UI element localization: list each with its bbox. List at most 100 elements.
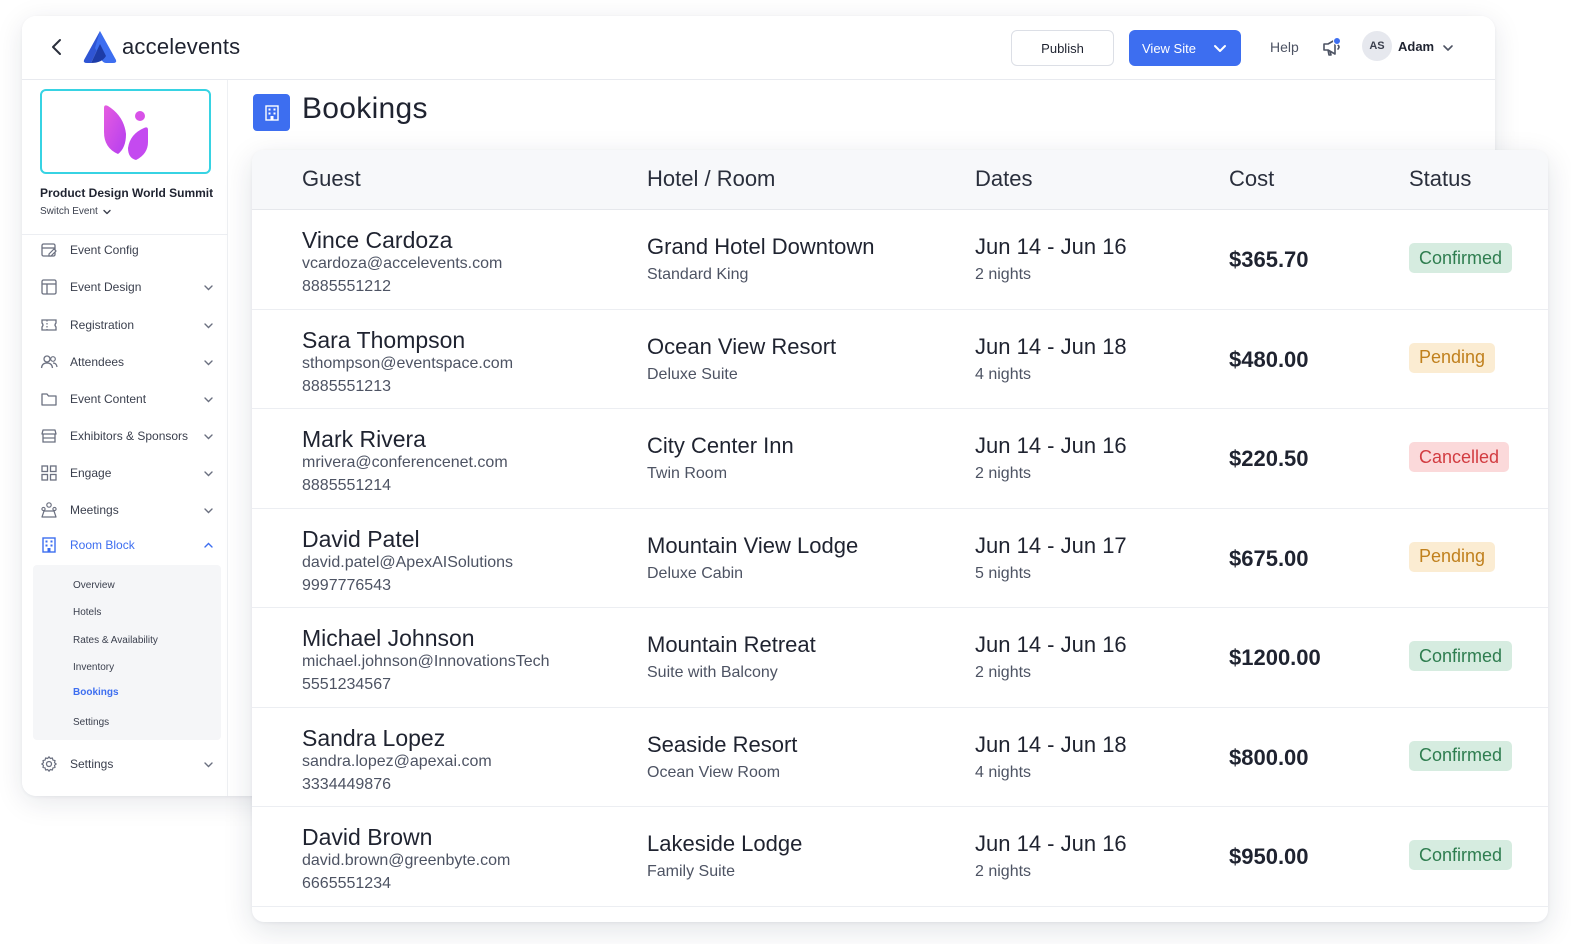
folder-icon [41, 393, 57, 406]
switch-event-dropdown[interactable]: Switch Event [40, 206, 112, 217]
chevron-down-icon [204, 508, 213, 514]
room-type: Standard King [647, 266, 749, 283]
chevron-down-icon[interactable] [1442, 42, 1454, 54]
hotel-name: City Center Inn [647, 433, 794, 458]
chevron-down-icon[interactable] [1213, 41, 1227, 55]
booking-dates: Jun 14 - Jun 16 [975, 234, 1127, 259]
guest-phone: 6665551234 [302, 875, 391, 892]
sidebar-item-event-design[interactable]: Event Design [22, 272, 228, 302]
booking-cost: $480.00 [1229, 346, 1309, 372]
event-name: Product Design World Summit [40, 186, 214, 200]
avatar[interactable]: AS [1362, 31, 1392, 61]
switch-event-label: Switch Event [40, 206, 98, 217]
table-row[interactable]: Sara Thompson sthompson@eventspace.com 8… [252, 310, 1548, 409]
sidebar-item-label: Settings [70, 757, 114, 771]
guest-name: Michael Johnson [302, 625, 475, 651]
accelevents-logo-icon [83, 31, 117, 63]
submenu-item-bookings[interactable]: Bookings [73, 687, 119, 698]
hotel-name: Ocean View Resort [647, 333, 837, 359]
table-row[interactable]: Mark Rivera mrivera@conferencenet.com 88… [252, 409, 1548, 509]
submenu-item-rates-availability[interactable]: Rates & Availability [73, 635, 158, 646]
brand-logo[interactable]: accelevents [82, 30, 240, 64]
column-header-dates[interactable]: Dates [975, 166, 1032, 192]
hotel-name: Seaside Resort [647, 731, 798, 757]
chevron-down-icon [204, 762, 213, 768]
guest-phone: 9997776543 [302, 576, 391, 594]
nights-count: 2 nights [975, 664, 1032, 681]
guest-name: Sara Thompson [302, 326, 466, 353]
guest-email: sthompson@eventspace.com [302, 354, 514, 372]
booking-dates: Jun 14 - Jun 16 [975, 433, 1127, 458]
column-header-guest[interactable]: Guest [302, 166, 361, 192]
sidebar-item-exhibitors-sponsors[interactable]: Exhibitors & Sponsors [22, 421, 228, 451]
submenu-item-inventory[interactable]: Inventory [73, 662, 114, 673]
guest-name: Vince Cardoza [302, 227, 453, 253]
sidebar-item-event-config[interactable]: Event Config [22, 235, 228, 265]
sidebar-item-label: Meetings [70, 503, 119, 517]
brand-name: accelevents [122, 34, 241, 59]
submenu-item-settings[interactable]: Settings [73, 717, 109, 728]
sidebar-item-meetings[interactable]: Meetings [22, 495, 228, 525]
sidebar-item-registration[interactable]: Registration [22, 310, 228, 340]
page-title: Bookings [302, 92, 428, 125]
guest-name: David Brown [302, 824, 433, 850]
user-name[interactable]: Adam [1398, 39, 1434, 54]
calendar-edit-icon [41, 243, 57, 257]
notification-dot [1333, 37, 1341, 45]
sidebar-item-event-content[interactable]: Event Content [22, 384, 228, 414]
status-badge: Confirmed [1409, 740, 1513, 771]
column-header-hotel-room[interactable]: Hotel / Room [647, 166, 775, 192]
booking-dates: Jun 14 - Jun 18 [975, 333, 1127, 359]
guest-email: david.brown@greenbyte.com [302, 852, 511, 869]
hotel-name: Mountain Retreat [647, 632, 816, 657]
booking-dates: Jun 14 - Jun 18 [975, 731, 1127, 757]
booking-cost: $220.50 [1229, 446, 1309, 471]
sidebar-item-room-block[interactable]: Room Block [22, 530, 228, 560]
nights-count: 2 nights [975, 465, 1032, 482]
hotel-name: Mountain View Lodge [647, 532, 859, 558]
room-type: Ocean View Room [647, 763, 781, 781]
sidebar-item-label: Room Block [70, 538, 135, 552]
sidebar-item-attendees[interactable]: Attendees [22, 347, 228, 377]
sidebar-item-engage[interactable]: Engage [22, 458, 228, 488]
nights-count: 4 nights [975, 365, 1032, 383]
table-row[interactable]: David Patel david.patel@ApexAISolutions … [252, 509, 1548, 608]
status-badge: Confirmed [1409, 243, 1513, 273]
chevron-down-icon [204, 434, 213, 440]
nights-count: 5 nights [975, 564, 1032, 582]
guest-email: vcardoza@accelevents.com [302, 255, 503, 272]
room-block-submenu: Overview Hotels Rates & Availability Inv… [33, 565, 221, 740]
room-type: Deluxe Suite [647, 365, 738, 383]
guest-phone: 3334449876 [302, 775, 391, 793]
booking-cost: $1200.00 [1229, 645, 1321, 670]
ticket-icon [41, 319, 57, 331]
room-type: Deluxe Cabin [647, 564, 744, 582]
page-icon [253, 94, 290, 131]
layout-icon [41, 279, 57, 295]
column-header-status[interactable]: Status [1409, 166, 1471, 192]
guest-name: David Patel [302, 525, 420, 552]
hotel-name: Lakeside Lodge [647, 831, 803, 856]
guest-name: Sandra Lopez [302, 724, 446, 751]
view-site-button[interactable]: View Site [1129, 30, 1241, 66]
help-link[interactable]: Help [1270, 39, 1299, 55]
publish-button[interactable]: Publish [1011, 30, 1114, 66]
column-header-cost[interactable]: Cost [1229, 166, 1274, 192]
table-row[interactable]: David Brown david.brown@greenbyte.com 66… [252, 807, 1548, 907]
building-icon [264, 104, 279, 121]
table-row[interactable]: Michael Johnson michael.johnson@Innovati… [252, 608, 1548, 708]
status-badge: Confirmed [1409, 840, 1513, 870]
grid-icon [41, 465, 57, 481]
chevron-down-icon [204, 323, 213, 329]
status-badge: Pending [1409, 342, 1496, 373]
table-row[interactable]: Vince Cardoza vcardoza@accelevents.com 8… [252, 210, 1548, 310]
room-type: Twin Room [647, 465, 728, 482]
guest-email: mrivera@conferencenet.com [302, 454, 508, 471]
sidebar-item-settings[interactable]: Settings [22, 749, 228, 779]
submenu-item-hotels[interactable]: Hotels [73, 607, 101, 618]
back-arrow-icon[interactable] [46, 36, 68, 58]
status-badge: Pending [1409, 541, 1496, 572]
submenu-item-overview[interactable]: Overview [73, 580, 115, 591]
event-logo-card[interactable] [40, 89, 211, 174]
table-row[interactable]: Sandra Lopez sandra.lopez@apexai.com 333… [252, 708, 1548, 807]
